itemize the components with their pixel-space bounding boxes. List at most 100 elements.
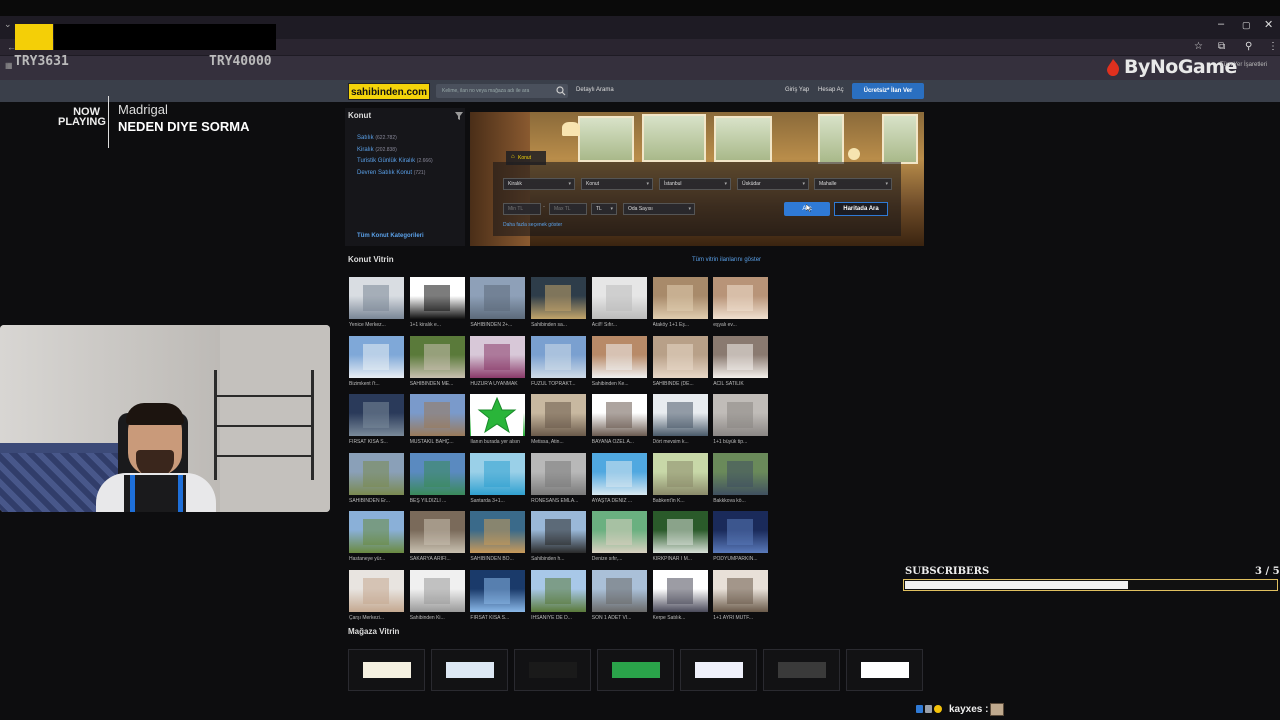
store-card[interactable] xyxy=(763,649,840,691)
showcase-thumbnail[interactable] xyxy=(470,335,526,378)
showcase-label[interactable]: Metissa, Atin... xyxy=(531,439,589,445)
showcase-label[interactable]: FUZUL TOPRAKT... xyxy=(531,381,589,387)
showcase-thumbnail[interactable] xyxy=(713,335,769,378)
search-input[interactable]: Kelime, ilan no veya mağaza adı ile ara xyxy=(436,84,568,98)
showcase-label[interactable]: 1+1 AYRI MUTF... xyxy=(713,615,771,621)
showcase-thumbnail[interactable] xyxy=(409,511,465,554)
showcase-thumbnail[interactable] xyxy=(713,394,769,437)
showcase-thumbnail[interactable] xyxy=(713,511,769,554)
showcase-label[interactable]: SAHİBİNDEN 2+... xyxy=(470,322,528,328)
showcase-label[interactable]: Bizimkent i't... xyxy=(349,381,407,387)
select-currency[interactable]: TL ▾ xyxy=(591,203,617,215)
showcase-thumbnail[interactable] xyxy=(409,394,465,437)
advert-star-badge[interactable] xyxy=(471,396,523,436)
select-city[interactable]: İstanbul ▾ xyxy=(659,178,731,190)
showcase-thumbnail[interactable] xyxy=(652,335,708,378)
showcase-thumbnail[interactable] xyxy=(652,511,708,554)
showcase-label[interactable]: Denize sıfır,... xyxy=(592,556,650,562)
showcase-label[interactable]: ACİL SATILIK xyxy=(713,381,771,387)
register-link[interactable]: Hesap Aç xyxy=(818,87,844,93)
showcase-label[interactable]: Yenice Merkez... xyxy=(349,322,407,328)
showcase-thumbnail[interactable] xyxy=(349,511,404,554)
showcase-thumbnail[interactable] xyxy=(470,511,526,554)
showcase-thumbnail[interactable] xyxy=(591,394,647,437)
more-options-link[interactable]: Daha fazla seçenek göster xyxy=(503,222,562,228)
showcase-label[interactable]: Sahibinden Ki... xyxy=(410,615,468,621)
showcase-label[interactable]: SAHİBİNDE (DE... xyxy=(653,381,711,387)
extensions-icon[interactable]: ⧉ xyxy=(1218,41,1225,52)
filter-icon[interactable] xyxy=(455,112,463,120)
store-card[interactable] xyxy=(431,649,508,691)
apps-grid-icon[interactable]: ▦ xyxy=(5,61,13,70)
showcase-label[interactable]: İlanın burada yer alsın xyxy=(470,439,528,445)
showcase-label[interactable]: AYAŞTA DENİZ ... xyxy=(592,498,650,504)
store-card[interactable] xyxy=(597,649,674,691)
showcase-label[interactable]: SON 1 ADET Vİ... xyxy=(592,615,650,621)
showcase-thumbnail[interactable] xyxy=(591,570,647,612)
showcase-label[interactable]: İHSANİYE DE D... xyxy=(531,615,589,621)
showcase-label[interactable]: SAHİBİNDEN ME... xyxy=(410,381,468,387)
login-link[interactable]: Giriş Yap xyxy=(785,87,809,93)
menu-kebab-icon[interactable]: ⋮ xyxy=(1268,41,1278,52)
showcase-thumbnail[interactable] xyxy=(713,570,769,612)
all-bookmarks-link[interactable]: Tüm Yer İşaretleri xyxy=(1220,62,1267,68)
showcase-label[interactable]: Sahibinden Ke... xyxy=(592,381,650,387)
all-categories-link[interactable]: Tüm Konut Kategorileri xyxy=(357,233,424,239)
showcase-thumbnail[interactable] xyxy=(713,452,769,495)
select-rooms[interactable]: Oda Sayısı ▾ xyxy=(623,203,695,215)
showcase-label[interactable]: Hastaneye yür... xyxy=(349,556,407,562)
showcase-thumbnail[interactable] xyxy=(349,570,404,612)
showcase-label[interactable]: FIRSAT KISA S... xyxy=(470,615,528,621)
showcase-label[interactable]: Ataköy 1+1 Eş... xyxy=(653,322,711,328)
showcase-thumbnail[interactable] xyxy=(349,452,404,495)
showcase-thumbnail[interactable] xyxy=(531,511,587,554)
search-icon[interactable] xyxy=(556,86,566,96)
post-ad-button[interactable]: Ücretsiz* İlan Ver xyxy=(852,83,924,99)
showcase-thumbnail[interactable] xyxy=(531,277,587,319)
showcase-label[interactable]: Dört mevsim k... xyxy=(653,439,711,445)
showcase-thumbnail[interactable] xyxy=(713,277,769,319)
showcase-thumbnail[interactable] xyxy=(531,452,587,495)
showcase-thumbnail[interactable] xyxy=(591,452,647,495)
store-card[interactable] xyxy=(514,649,591,691)
category-item-devren[interactable]: Devren Satılık Konut (721) xyxy=(357,170,425,176)
showcase-thumbnail[interactable] xyxy=(470,452,526,495)
showcase-label[interactable]: BAYANA ÖZEL A... xyxy=(592,439,650,445)
showcase-label[interactable]: 1+1 büyük tip... xyxy=(713,439,771,445)
showcase-label[interactable]: BEŞ YILDIZLI ... xyxy=(410,498,468,504)
max-price-input[interactable]: Max TL xyxy=(549,203,587,215)
showcase-thumbnail[interactable] xyxy=(652,394,708,437)
showcase-thumbnail[interactable] xyxy=(591,335,647,378)
showcase-thumbnail[interactable] xyxy=(349,335,404,378)
showcase-label[interactable]: Bakkkova kö... xyxy=(713,498,771,504)
detailed-search-link[interactable]: Detaylı Arama xyxy=(576,87,614,93)
showcase-label[interactable]: Çarşı Merkezi... xyxy=(349,615,407,621)
showcase-thumbnail[interactable] xyxy=(652,452,708,495)
select-district[interactable]: Üsküdar ▾ xyxy=(737,178,809,190)
category-item-kiralik[interactable]: Kiralık (202.838) xyxy=(357,147,397,153)
showcase-thumbnail[interactable] xyxy=(349,277,404,319)
category-item-satilik[interactable]: Satılık (622.782) xyxy=(357,135,397,141)
showcase-label[interactable]: Kerpe Satılık... xyxy=(653,615,711,621)
showcase-label[interactable]: Babkent'in K... xyxy=(653,498,711,504)
showcase-label[interactable]: MÜSTAKİL BAHÇ... xyxy=(410,439,468,445)
showcase-label[interactable]: Santarda 3+1... xyxy=(470,498,528,504)
select-type[interactable]: Kiralık ▾ xyxy=(503,178,575,190)
select-neighborhood[interactable]: Mahalle ▾ xyxy=(814,178,892,190)
showcase-label[interactable]: 1+1 kiralık e... xyxy=(410,322,468,328)
showcase-thumbnail[interactable] xyxy=(470,570,526,612)
showcase-thumbnail[interactable] xyxy=(652,570,708,612)
showcase-thumbnail[interactable] xyxy=(591,277,647,319)
showcase-thumbnail[interactable] xyxy=(409,277,465,319)
min-price-input[interactable]: Min TL xyxy=(503,203,541,215)
category-item-turistik[interactable]: Turistik Günlük Kiralık (2.666) xyxy=(357,158,433,164)
showcase-label[interactable]: SAHİBİNDEN BO... xyxy=(470,556,528,562)
showcase-thumbnail[interactable] xyxy=(470,277,526,319)
showcase-all-link[interactable]: Tüm vitrin ilanlarını göster xyxy=(692,257,761,263)
showcase-label[interactable]: SAKARYA ARİFİ... xyxy=(410,556,468,562)
showcase-thumbnail[interactable] xyxy=(409,335,465,378)
showcase-thumbnail[interactable] xyxy=(531,394,587,437)
showcase-thumbnail[interactable] xyxy=(591,511,647,554)
showcase-label[interactable]: KIRKPINAR I M... xyxy=(653,556,711,562)
showcase-label[interactable]: Sahibinden h... xyxy=(531,556,589,562)
